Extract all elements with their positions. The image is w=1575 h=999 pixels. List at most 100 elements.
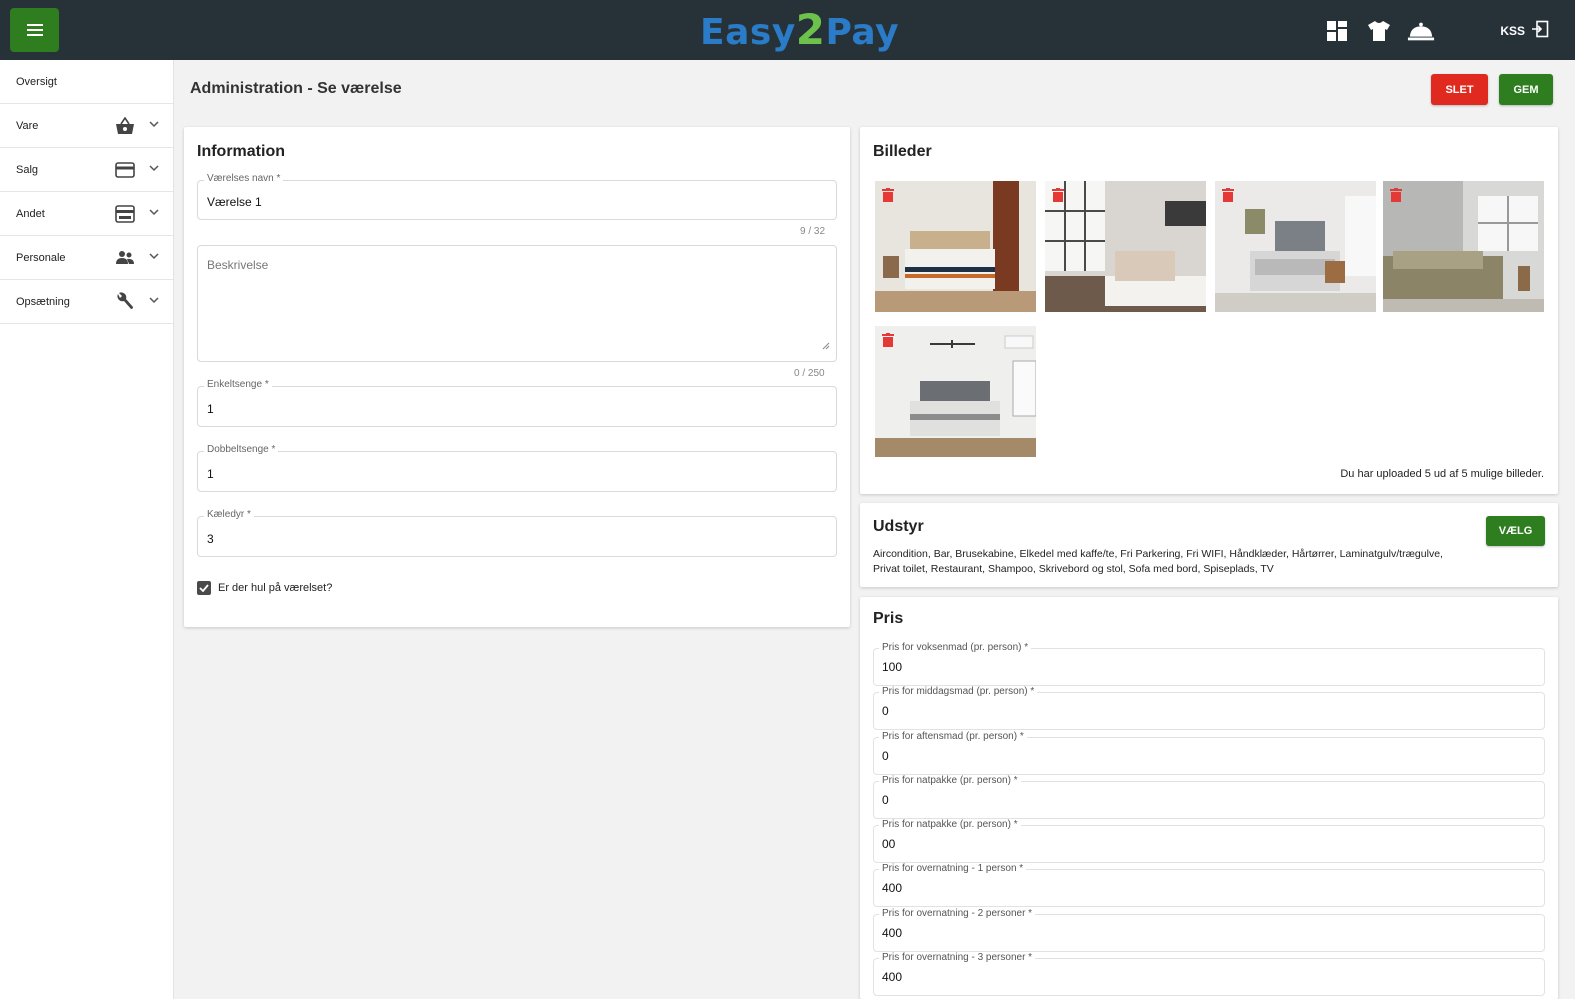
pets-label: Kæledyr * — [204, 509, 254, 520]
price-field-label: Pris for natpakke (pr. person) * — [879, 819, 1021, 830]
resize-handle-icon[interactable] — [822, 337, 830, 355]
tshirt-icon[interactable] — [1365, 18, 1393, 44]
equipment-card: Udstyr VÆLG Aircondition, Bar, Brusekabi… — [860, 503, 1558, 587]
images-title: Billeder — [873, 143, 932, 160]
sidebar-item-personale[interactable]: Personale — [0, 236, 173, 280]
cloche-service-icon[interactable] — [1407, 18, 1435, 44]
description-field[interactable]: Beskrivelse — [197, 245, 837, 362]
logout-icon[interactable] — [1531, 20, 1549, 41]
price-title: Pris — [873, 610, 904, 627]
checkmark-icon — [199, 584, 209, 592]
delete-photo-icon[interactable] — [1052, 188, 1064, 202]
delete-photo-icon[interactable] — [882, 188, 894, 202]
sidebar: Oversigt Vare Salg Andet Personale Opsæt… — [0, 60, 174, 999]
dashboard-grid-icon[interactable] — [1323, 18, 1351, 44]
single-beds-value: 1 — [207, 402, 214, 416]
price-field-label: Pris for overnatning - 2 personer * — [879, 908, 1036, 919]
chevron-down-icon[interactable] — [148, 162, 160, 174]
user-menu[interactable]: KSS — [1500, 20, 1549, 41]
room-photo[interactable] — [1045, 181, 1206, 312]
price-field-label: Pris for overnatning - 1 person * — [879, 863, 1027, 874]
room-photo[interactable] — [1215, 181, 1376, 312]
price-field-label: Pris for overnatning - 3 personer * — [879, 952, 1036, 963]
sidebar-item-vare[interactable]: Vare — [0, 104, 173, 148]
people-icon — [115, 248, 135, 268]
pets-field[interactable]: Kæledyr * 3 — [197, 509, 837, 557]
sidebar-item-oversigt[interactable]: Oversigt — [0, 60, 173, 104]
equipment-list-line-2: Privat toilet, Restaurant, Shampoo, Skri… — [873, 563, 1274, 575]
price-field-value: 400 — [882, 926, 903, 940]
equipment-title: Udstyr — [873, 518, 924, 535]
page-title: Administration - Se værelse — [190, 80, 402, 97]
room-photo[interactable] — [875, 326, 1036, 457]
room-name-field[interactable]: Værelses navn * Værelse 1 — [197, 173, 837, 220]
images-card: Billeder Du har uploaded 5 ud af 5 mulig… — [860, 127, 1558, 494]
price-field-value: 0 — [882, 704, 889, 718]
chevron-down-icon[interactable] — [148, 118, 160, 130]
room-photo[interactable] — [875, 181, 1036, 312]
price-field-label: Pris for middagsmad (pr. person) * — [879, 686, 1038, 697]
delete-photo-icon[interactable] — [1222, 188, 1234, 202]
hole-checkbox[interactable] — [197, 581, 211, 595]
sidebar-item-label: Opsætning — [16, 295, 70, 308]
save-button[interactable]: GEM — [1499, 74, 1553, 105]
double-beds-value: 1 — [207, 467, 214, 481]
price-field-overnight-3[interactable]: Pris for overnatning - 3 personer * 400 — [873, 952, 1545, 996]
room-name-label: Værelses navn * — [204, 173, 284, 184]
information-title: Information — [197, 143, 285, 160]
sidebar-item-label: Personale — [16, 251, 66, 264]
chevron-down-icon[interactable] — [148, 294, 160, 306]
price-field-dinner[interactable]: Pris for aftensmad (pr. person) * 0 — [873, 731, 1545, 775]
price-field-value: 00 — [882, 837, 896, 851]
double-beds-field[interactable]: Dobbeltsenge * 1 — [197, 444, 837, 492]
upload-status: Du har uploaded 5 ud af 5 mulige billede… — [1340, 468, 1544, 480]
menu-button[interactable] — [10, 8, 59, 52]
price-field-adult-food[interactable]: Pris for voksenmad (pr. person) * 100 — [873, 642, 1545, 686]
price-field-label: Pris for voksenmad (pr. person) * — [879, 642, 1032, 653]
delete-photo-icon[interactable] — [1390, 188, 1402, 202]
equipment-list-line-1: Aircondition, Bar, Brusekabine, Elkedel … — [873, 548, 1443, 560]
chevron-down-icon[interactable] — [148, 250, 160, 262]
information-card: Information Værelses navn * Værelse 1 9 … — [184, 127, 850, 627]
single-beds-field[interactable]: Enkeltsenge * 1 — [197, 379, 837, 427]
user-label: KSS — [1500, 23, 1525, 38]
room-photo[interactable] — [1383, 181, 1544, 312]
price-field-label: Pris for aftensmad (pr. person) * — [879, 731, 1027, 742]
chevron-down-icon[interactable] — [148, 206, 160, 218]
choose-equipment-button[interactable]: VÆLG — [1486, 516, 1545, 546]
card-terminal-icon — [115, 204, 135, 224]
description-counter: 0 / 250 — [794, 368, 825, 379]
basket-icon — [115, 116, 135, 136]
sidebar-item-label: Vare — [16, 119, 39, 132]
app-logo[interactable]: Easy2Pay — [700, 8, 899, 54]
hamburger-icon — [26, 29, 43, 31]
double-beds-label: Dobbeltsenge * — [204, 444, 279, 455]
price-field-overnight-1[interactable]: Pris for overnatning - 1 person * 400 — [873, 863, 1545, 907]
description-placeholder: Beskrivelse — [207, 258, 269, 272]
pets-value: 3 — [207, 532, 214, 546]
price-field-lunch[interactable]: Pris for middagsmad (pr. person) * 0 — [873, 686, 1545, 730]
sidebar-item-salg[interactable]: Salg — [0, 148, 173, 192]
price-field-value: 400 — [882, 881, 903, 895]
sidebar-item-opsaetning[interactable]: Opsætning — [0, 280, 173, 324]
price-field-night-pack-2[interactable]: Pris for natpakke (pr. person) * 00 — [873, 819, 1545, 863]
room-name-counter: 9 / 32 — [800, 226, 826, 237]
delete-photo-icon[interactable] — [882, 333, 894, 347]
sidebar-item-andet[interactable]: Andet — [0, 192, 173, 236]
sidebar-item-label: Salg — [16, 163, 39, 176]
hole-checkbox-label: Er der hul på værelset? — [218, 582, 333, 594]
delete-button[interactable]: SLET — [1431, 74, 1488, 105]
price-field-overnight-2[interactable]: Pris for overnatning - 2 personer * 400 — [873, 908, 1545, 952]
single-beds-label: Enkeltsenge * — [204, 379, 272, 390]
price-field-value: 400 — [882, 970, 903, 984]
room-name-value: Værelse 1 — [207, 195, 262, 209]
price-field-label: Pris for natpakke (pr. person) * — [879, 775, 1021, 786]
price-field-night-pack[interactable]: Pris for natpakke (pr. person) * 0 — [873, 775, 1545, 819]
sidebar-item-label: Oversigt — [16, 75, 57, 88]
wrench-icon — [115, 292, 135, 312]
sidebar-item-label: Andet — [16, 207, 45, 220]
credit-card-icon — [115, 160, 135, 180]
price-field-value: 0 — [882, 793, 889, 807]
top-bar: Easy2Pay KSS — [0, 0, 1575, 60]
price-field-value: 0 — [882, 749, 889, 763]
